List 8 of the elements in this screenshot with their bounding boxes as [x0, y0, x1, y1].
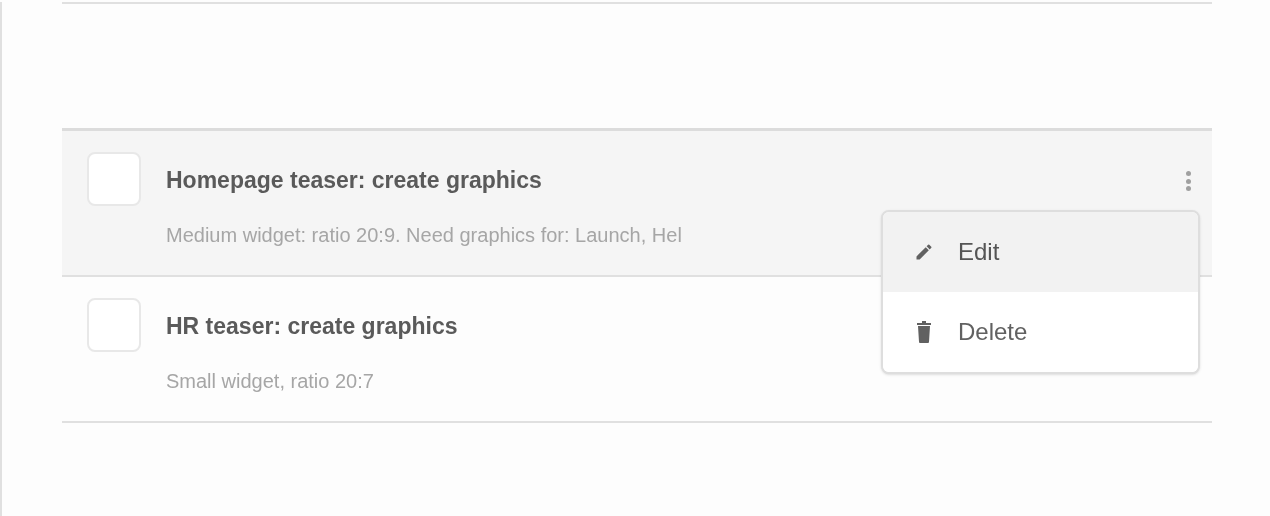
pencil-icon	[914, 242, 934, 262]
menu-item[interactable]: Delete	[883, 292, 1198, 372]
menu-item[interactable]: Edit	[883, 212, 1198, 292]
task-description: Medium widget: ratio 20:9. Need graphics for: Launch, Hel	[166, 223, 682, 248]
task-title: HR teaser: create graphics	[166, 312, 458, 340]
task-title: Homepage teaser: create graphics	[166, 166, 542, 194]
more-options-icon[interactable]	[1184, 169, 1192, 193]
trash-icon	[914, 321, 934, 343]
